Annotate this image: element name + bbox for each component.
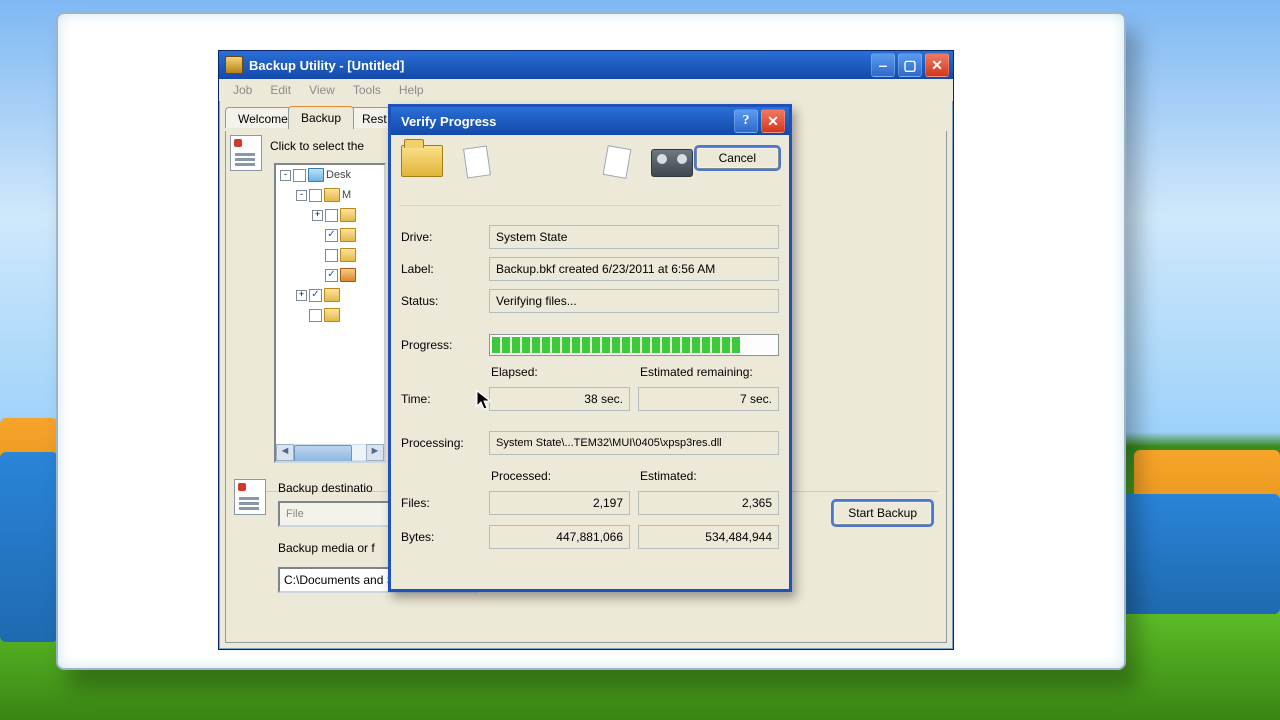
files-processed: 2,197 xyxy=(489,491,630,515)
files-estimated: 2,365 xyxy=(638,491,779,515)
bytes-label: Bytes: xyxy=(401,530,489,544)
dialog-help-button[interactable]: ? xyxy=(734,109,758,133)
processed-header: Processed: xyxy=(491,469,632,483)
tree-checkbox[interactable] xyxy=(325,269,338,282)
tree-checkbox[interactable] xyxy=(309,309,322,322)
tree-checkbox[interactable] xyxy=(325,249,338,262)
decor-block-blue-right xyxy=(1120,494,1280,614)
tree-checkbox[interactable] xyxy=(325,229,338,242)
progress-bar xyxy=(489,334,779,356)
time-remaining: 7 sec. xyxy=(638,387,779,411)
expander-icon[interactable]: + xyxy=(312,210,323,221)
time-elapsed: 38 sec. xyxy=(489,387,630,411)
tree-root-label: Desk xyxy=(326,169,351,181)
progress-fill xyxy=(492,337,740,353)
menu-view[interactable]: View xyxy=(301,81,343,99)
status-value: Verifying files... xyxy=(489,289,779,313)
menu-tools[interactable]: Tools xyxy=(345,81,389,99)
time-label: Time: xyxy=(401,392,489,406)
bytes-processed: 447,881,066 xyxy=(489,525,630,549)
label-value: Backup.bkf created 6/23/2011 at 6:56 AM xyxy=(489,257,779,281)
destination-icon xyxy=(234,479,266,515)
tape-drive-icon xyxy=(651,149,693,177)
dialog-animation-icons xyxy=(401,145,693,177)
paper-icon xyxy=(463,145,491,178)
paper-icon xyxy=(603,145,632,179)
maximize-button[interactable]: ▢ xyxy=(898,53,922,77)
desktop-wallpaper: Backup Utility - [Untitled] ‒ ▢ ✕ Job Ed… xyxy=(0,0,1280,720)
expander-icon[interactable]: + xyxy=(296,290,307,301)
app-titlebar[interactable]: Backup Utility - [Untitled] ‒ ▢ ✕ xyxy=(219,51,953,79)
dialog-close-button[interactable]: ✕ xyxy=(761,109,785,133)
menubar: Job Edit View Tools Help xyxy=(219,79,953,101)
tree-checkbox[interactable] xyxy=(309,289,322,302)
expander-icon[interactable]: - xyxy=(280,170,291,181)
backup-source-tree[interactable]: - Desk - M + xyxy=(274,163,386,463)
checklist-icon xyxy=(230,135,262,171)
processing-label: Processing: xyxy=(401,436,489,450)
folder-icon xyxy=(324,188,340,202)
bytes-estimated: 534,484,944 xyxy=(638,525,779,549)
processing-value: System State\...TEM32\MUI\0405\xpsp3res.… xyxy=(489,431,779,455)
tree-node-label: M xyxy=(342,189,351,201)
app-title: Backup Utility - [Untitled] xyxy=(249,58,404,73)
desktop-icon xyxy=(308,168,324,182)
folder-icon xyxy=(340,208,356,222)
menu-edit[interactable]: Edit xyxy=(262,81,299,99)
drive-value: System State xyxy=(489,225,779,249)
menu-job[interactable]: Job xyxy=(225,81,260,99)
dialog-titlebar[interactable]: Verify Progress ? ✕ xyxy=(391,107,789,135)
system-state-icon xyxy=(340,268,356,282)
tree-caption: Click to select the xyxy=(270,139,364,153)
expander-icon[interactable]: - xyxy=(296,190,307,201)
cancel-button[interactable]: Cancel xyxy=(696,147,779,169)
drive-label: Drive: xyxy=(401,230,489,244)
folder-icon xyxy=(324,308,340,322)
outer-frame: Backup Utility - [Untitled] ‒ ▢ ✕ Job Ed… xyxy=(56,12,1126,670)
files-label: Files: xyxy=(401,496,489,510)
label-label: Label: xyxy=(401,262,489,276)
folder-icon xyxy=(340,248,356,262)
remaining-header: Estimated remaining: xyxy=(640,365,781,379)
tree-hscrollbar[interactable]: ◄ ► xyxy=(276,444,384,461)
folder-icon xyxy=(340,228,356,242)
folder-icon xyxy=(324,288,340,302)
menu-help[interactable]: Help xyxy=(391,81,432,99)
tree-checkbox[interactable] xyxy=(309,189,322,202)
dest-type-select[interactable]: File xyxy=(278,501,402,527)
dest-label: Backup destinatio xyxy=(278,481,373,495)
decor-block-blue-left xyxy=(0,452,58,642)
app-close-button[interactable]: ✕ xyxy=(925,53,949,77)
folder-icon xyxy=(401,145,443,177)
app-icon xyxy=(225,56,243,74)
tree-checkbox[interactable] xyxy=(293,169,306,182)
minimize-button[interactable]: ‒ xyxy=(871,53,895,77)
tree-checkbox[interactable] xyxy=(325,209,338,222)
scroll-thumb[interactable] xyxy=(294,445,352,462)
verify-progress-dialog: Verify Progress ? ✕ Cancel Drive: System… xyxy=(388,104,792,592)
progress-label: Progress: xyxy=(401,338,489,352)
start-backup-button[interactable]: Start Backup xyxy=(833,501,932,525)
dialog-title: Verify Progress xyxy=(397,114,496,129)
media-label: Backup media or f xyxy=(278,541,375,555)
estimated-header: Estimated: xyxy=(640,469,781,483)
tab-backup[interactable]: Backup xyxy=(288,106,354,129)
scroll-left-icon[interactable]: ◄ xyxy=(276,444,294,461)
scroll-right-icon[interactable]: ► xyxy=(366,444,384,461)
elapsed-header: Elapsed: xyxy=(491,365,632,379)
status-label: Status: xyxy=(401,294,489,308)
